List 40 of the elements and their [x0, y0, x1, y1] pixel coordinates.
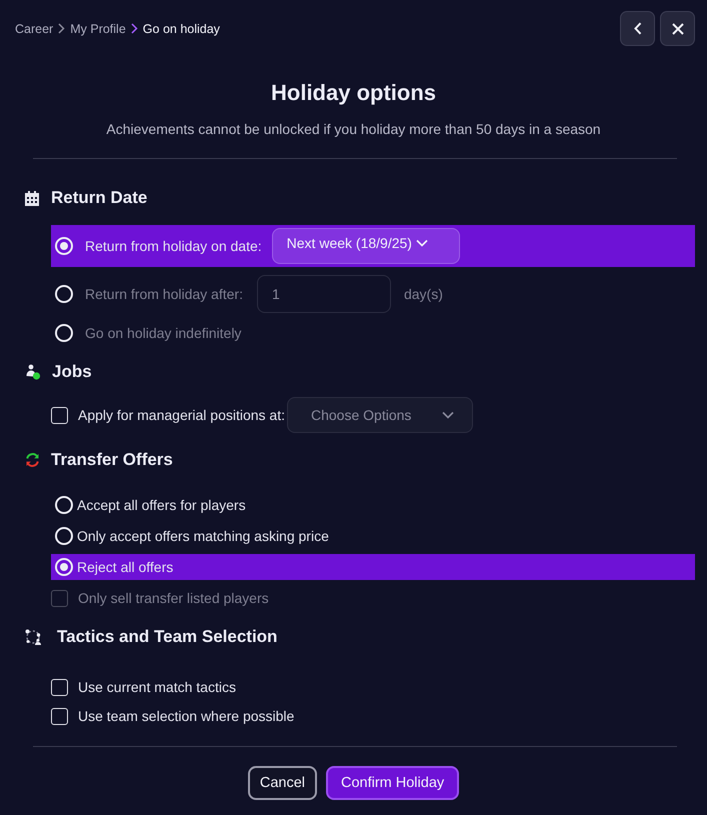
section-title: Transfer Offers	[51, 450, 173, 470]
option-label: Go on holiday indefinitely	[85, 324, 242, 343]
option-label: Only sell transfer listed players	[78, 589, 269, 608]
select-dropdown[interactable]: Next week (18/9/25)	[272, 228, 460, 264]
person-status-icon	[25, 364, 41, 380]
section-title: Return Date	[51, 188, 148, 208]
section-title: Jobs	[52, 362, 92, 382]
circular-arrows-icon	[25, 453, 40, 467]
radio-button[interactable]	[55, 527, 73, 545]
confirm-button[interactable]: Confirm Holiday	[326, 766, 460, 800]
unit-label: day(s)	[404, 286, 443, 302]
breadcrumb-link[interactable]: Career	[15, 20, 54, 36]
option-label: Return from holiday after:	[85, 285, 243, 304]
section-title: Tactics and Team Selection	[57, 627, 278, 647]
option-label: Use current match tactics	[78, 678, 236, 697]
radio-button[interactable]	[55, 237, 73, 255]
option-label: Return from holiday on date:	[85, 237, 262, 256]
dialog-title: Holiday options	[270, 79, 437, 107]
select-dropdown[interactable]: Choose Options	[287, 397, 473, 433]
breadcrumb-link[interactable]: My Profile	[70, 20, 126, 36]
back-button[interactable]	[620, 11, 655, 46]
chevron-left-icon	[634, 22, 642, 35]
radio-button[interactable]	[55, 558, 73, 576]
breadcrumb-current: Go on holiday	[142, 20, 220, 36]
calendar-icon	[25, 190, 39, 206]
dialog-subtitle: Achievements cannot be unlocked if you holiday more than 50 days in a season	[105, 120, 602, 139]
option-label: Use team selection where possible	[78, 707, 294, 726]
chevron-right-icon	[130, 23, 138, 34]
option-label: Reject all offers	[77, 558, 174, 577]
dotted-circle-icon	[25, 629, 41, 645]
close-icon	[672, 22, 684, 34]
cancel-button[interactable]: Cancel	[248, 766, 317, 800]
chevron-right-icon	[58, 23, 66, 34]
option-label: Only accept offers matching asking price	[77, 527, 329, 546]
option-label: Accept all offers for players	[77, 496, 246, 515]
radio-button[interactable]	[55, 496, 73, 514]
chevron-down-icon	[416, 239, 428, 247]
option-label: Apply for managerial positions at:	[78, 406, 285, 425]
close-button[interactable]	[660, 11, 695, 46]
chevron-down-icon	[442, 411, 454, 419]
